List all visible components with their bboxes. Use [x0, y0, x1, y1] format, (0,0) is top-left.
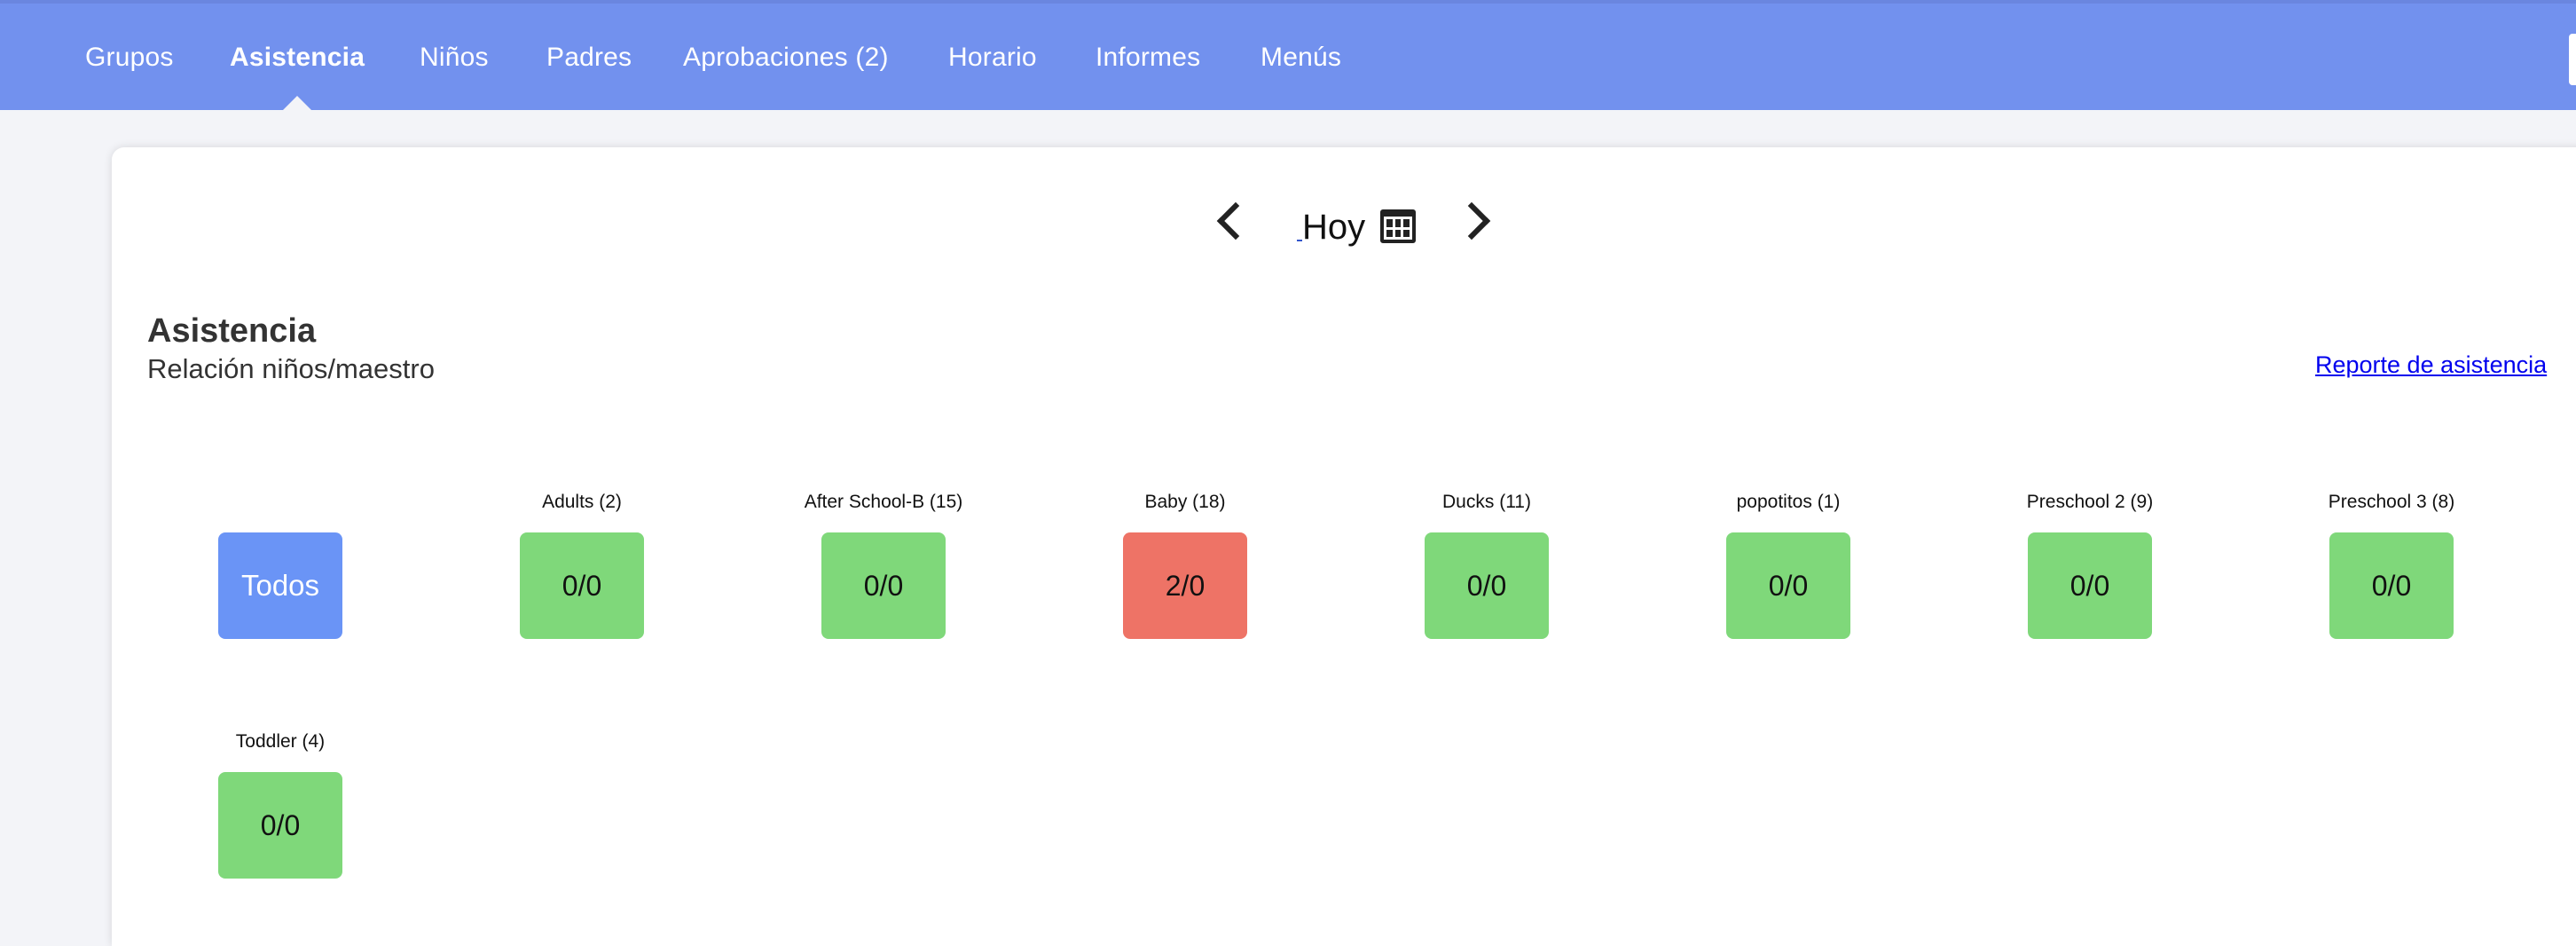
group-ratio-button[interactable]: 0/0 [1726, 532, 1850, 639]
section-subtitle: Relación niños/maestro [147, 353, 435, 384]
group-label: popotitos (1) [1736, 492, 1841, 512]
nav-item-aprobaciones[interactable]: Aprobaciones (2) [683, 43, 889, 73]
group-label: After School-B (15) [804, 492, 963, 512]
top-navigation-bar: Grupos Asistencia Niños Padres Aprobacio… [0, 0, 2576, 114]
group-label: Preschool 3 (8) [2328, 492, 2455, 512]
nav-item-horario[interactable]: Horario [948, 43, 1037, 73]
nav-item-asistencia[interactable]: Asistencia [230, 43, 365, 73]
chevron-right-icon[interactable] [1452, 201, 1491, 240]
group-label: Adults (2) [542, 492, 622, 512]
calendar-icon[interactable] [1380, 209, 1416, 243]
chevron-left-icon[interactable] [1216, 201, 1255, 240]
group-label: Ducks (11) [1442, 492, 1531, 512]
nav-edge-button[interactable] [2569, 34, 2576, 85]
date-navigator: Hoy [112, 147, 2576, 280]
group-label: Baby (18) [1144, 492, 1226, 512]
group-ratio-button[interactable]: 0/0 [2028, 532, 2152, 639]
group-ratio-button[interactable]: 0/0 [218, 772, 342, 879]
nav-item-ninos[interactable]: Niños [420, 43, 489, 73]
group-ratio-button[interactable]: 2/0 [1123, 532, 1247, 639]
today-label[interactable]: Hoy [1302, 208, 1365, 248]
group-label: Preschool 2 (9) [2026, 492, 2154, 512]
nav-item-grupos[interactable]: Grupos [85, 43, 174, 73]
nav-item-padres[interactable]: Padres [546, 43, 632, 73]
nav-item-informes[interactable]: Informes [1096, 43, 1200, 73]
attendance-report-link[interactable]: Reporte de asistencia [2315, 351, 2547, 379]
group-label: Toddler (4) [235, 731, 326, 752]
group-ratio-button[interactable]: 0/0 [2329, 532, 2454, 639]
active-tab-indicator [279, 96, 315, 114]
group-ratio-button[interactable]: 0/0 [1425, 532, 1549, 639]
group-ratio-button[interactable]: 0/0 [821, 532, 946, 639]
section-title: Asistencia [147, 312, 317, 350]
all-groups-button[interactable]: Todos [218, 532, 342, 639]
attendance-card: Hoy Asistencia Relación niños/maestro Re… [112, 147, 2576, 946]
nav-item-menus[interactable]: Menús [1261, 43, 1341, 73]
group-ratio-button[interactable]: 0/0 [520, 532, 644, 639]
